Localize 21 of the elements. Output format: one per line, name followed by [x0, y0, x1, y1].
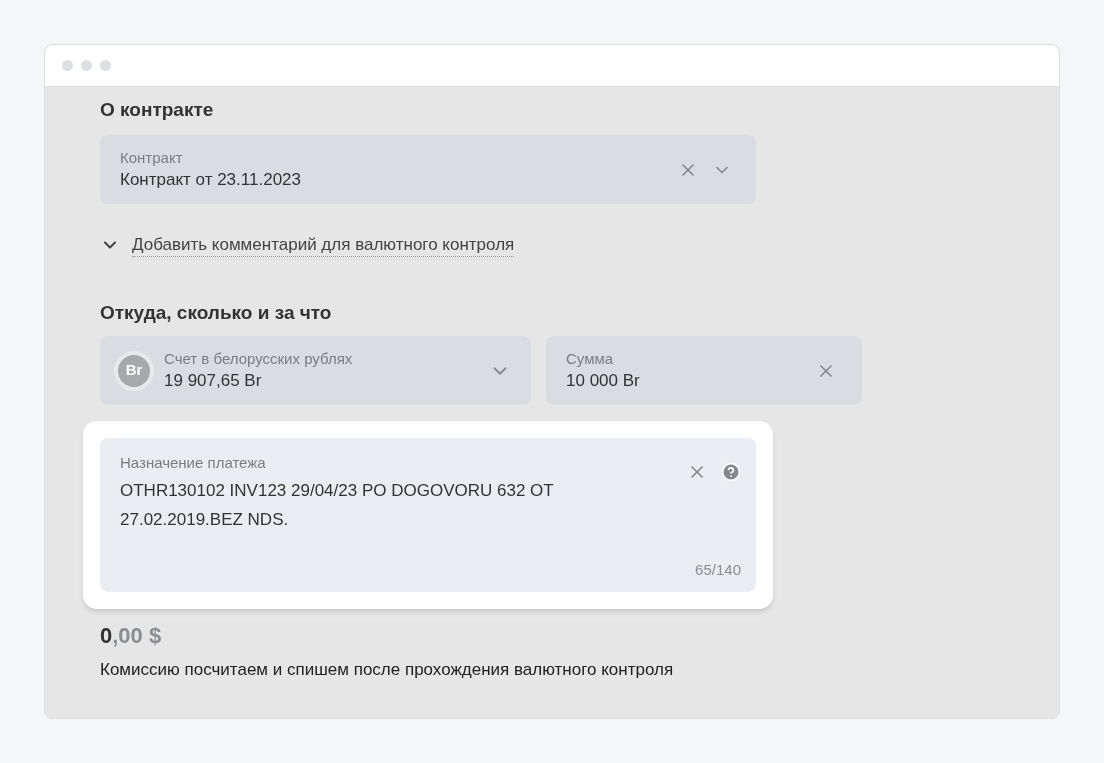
- character-counter: 65/140: [695, 560, 741, 580]
- currency-badge: Br: [114, 350, 154, 391]
- section-title: О контракте: [100, 98, 215, 122]
- purpose-field[interactable]: Назначение платежа OTHR130102 INV123 29/04/23 PO DOGOVORU 632 OT 27.02.2019.BEZ NDS. 65/140: [100, 438, 756, 592]
- field-label: Контракт: [120, 147, 184, 168]
- account-select[interactable]: Br Счет в белорусских рублях 19 907,65 Br: [100, 336, 531, 405]
- field-label: Счет в белорусских рублях: [164, 348, 354, 369]
- field-value: OTHR130102 INV123 29/04/23 PO DOGOVORU 632 OT 27.02.2019.BEZ NDS.: [120, 480, 555, 531]
- amount-field[interactable]: Сумма 10 000 Br: [546, 336, 862, 405]
- fee-amount: 0: [100, 622, 113, 650]
- comment-link[interactable]: Добавить комментарий для валютного контроля: [132, 233, 515, 257]
- fee-note: Комиссию посчитаем и спишем после прохождения валютного контроля: [100, 659, 675, 681]
- fee-fraction: ,00 $: [112, 622, 162, 650]
- field-value: 19 907,65 Br: [164, 369, 263, 392]
- help-icon[interactable]: [721, 462, 741, 482]
- field-value: Контракт от 23.11.2023: [120, 168, 302, 191]
- field-label: Сумма: [566, 348, 615, 369]
- field-value: 10 000 Br: [566, 369, 641, 392]
- section-title: Откуда, сколько и за что: [100, 301, 333, 325]
- field-label: Назначение платежа: [120, 453, 267, 473]
- contract-select[interactable]: Контракт Контракт от 23.11.2023: [100, 135, 756, 204]
